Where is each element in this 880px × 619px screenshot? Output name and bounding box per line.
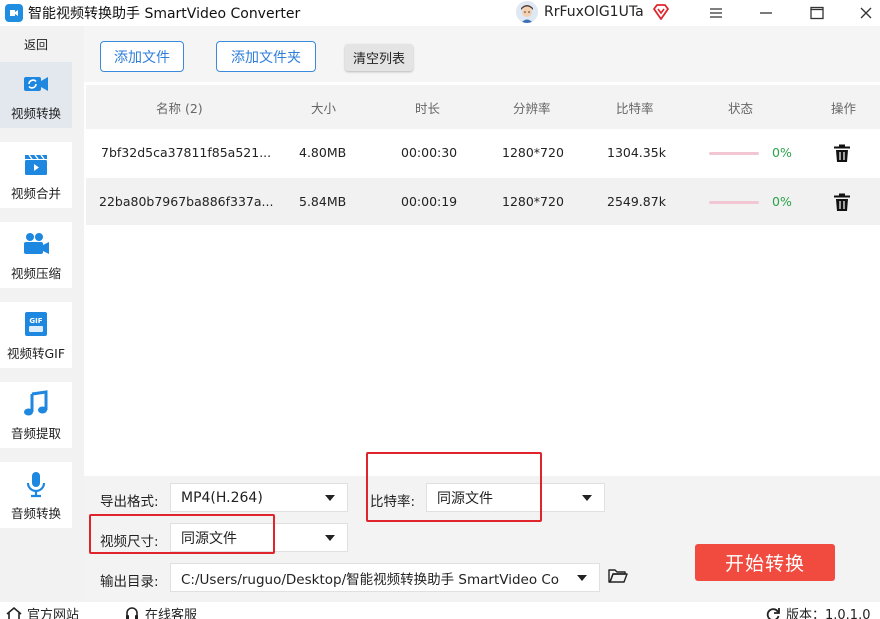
chevron-down-icon — [582, 495, 592, 501]
online-support-label: 在线客服 — [145, 608, 198, 619]
chevron-down-icon — [325, 535, 335, 541]
file-bitrate: 2549.87k — [607, 194, 666, 209]
table-row[interactable]: 22ba80b7967ba886f337a... 5.84MB 00:00:19… — [86, 178, 880, 225]
file-size: 5.84MB — [299, 194, 347, 209]
microphone-icon — [21, 469, 51, 499]
sidebar-item-label: 视频转GIF — [6, 345, 66, 361]
file-size: 4.80MB — [299, 145, 347, 160]
bitrate-label: 比特率: — [370, 494, 416, 510]
file-resolution: 1280*720 — [502, 145, 564, 160]
back-button[interactable]: 返回 — [0, 36, 72, 53]
version-label: 版本：1.0.1.0 — [786, 608, 871, 619]
close-icon[interactable] — [846, 0, 880, 26]
app-title: 智能视频转换助手 SmartVideo Converter — [28, 6, 301, 22]
username: RrFuxOlG1UTa — [544, 4, 644, 20]
sidebar-item-label: 视频转换 — [10, 105, 61, 121]
maximize-icon[interactable] — [797, 0, 837, 26]
home-icon — [6, 606, 22, 619]
version-info[interactable]: 版本：1.0.1.0 — [765, 604, 870, 619]
column-header-name[interactable]: 名称 (2) — [156, 98, 203, 117]
progress-bar — [709, 201, 759, 204]
settings-panel: 导出格式: MP4(H.264) 比特率: 同源文件 视频尺寸: 同源文件 输出… — [84, 476, 880, 602]
add-folder-button[interactable]: 添加文件夹 — [216, 41, 316, 72]
vip-diamond-icon[interactable] — [652, 3, 670, 21]
sidebar-item-label: 音频转换 — [10, 505, 61, 521]
sidebar-item-video-merge[interactable]: 视频合并 — [0, 142, 72, 208]
start-convert-button[interactable]: 开始转换 — [695, 544, 835, 581]
trash-icon[interactable] — [833, 192, 851, 212]
table-row[interactable]: 7bf32d5ca37811f85a521... 4.80MB 00:00:30… — [86, 129, 880, 176]
refresh-icon — [766, 607, 780, 619]
video-camera-icon — [21, 229, 51, 259]
online-support-link[interactable]: 在线客服 — [124, 604, 197, 619]
official-website-label: 官方网站 — [27, 608, 80, 619]
sidebar-item-audio-extract[interactable]: 音频提取 — [0, 382, 72, 448]
sidebar-item-label: 视频合并 — [10, 185, 61, 201]
sidebar-item-video-compress[interactable]: 视频压缩 — [0, 222, 72, 288]
output-dir-value: C:/Users/ruguo/Desktop/智能视频转换助手 SmartVid… — [181, 571, 559, 588]
size-label: 视频尺寸: — [100, 534, 159, 550]
clapperboard-icon — [21, 149, 51, 179]
progress-bar — [709, 152, 759, 155]
gif-icon: GIF — [21, 309, 51, 339]
size-value: 同源文件 — [181, 530, 237, 547]
column-header-action: 操作 — [831, 101, 857, 116]
file-bitrate: 1304.35k — [607, 145, 666, 160]
sidebar-item-label: 音频提取 — [10, 425, 61, 441]
title-bar: 智能视频转换助手 SmartVideo Converter RrFuxOlG1U… — [0, 0, 880, 26]
sidebar-item-video-convert[interactable]: 视频转换 — [0, 62, 72, 128]
trash-icon[interactable] — [833, 143, 851, 163]
column-header-duration[interactable]: 时长 — [415, 98, 440, 117]
avatar[interactable] — [516, 1, 538, 23]
size-select[interactable]: 同源文件 — [170, 523, 348, 552]
file-duration: 00:00:19 — [401, 194, 458, 209]
footer: 官方网站 在线客服 版本：1.0.1.0 — [0, 602, 880, 619]
column-header-bitrate[interactable]: 比特率 — [616, 98, 654, 117]
user-area[interactable]: RrFuxOlG1UTa — [516, 1, 670, 23]
format-select[interactable]: MP4(H.264) — [170, 483, 348, 512]
music-note-icon — [21, 389, 51, 419]
chevron-down-icon — [577, 575, 587, 581]
progress-percent: 0% — [772, 145, 792, 160]
format-label: 导出格式: — [100, 494, 159, 510]
sidebar: 返回 视频转换 视频合并 视频压缩 GIF 视频转GIF 音频提取 音频转换 — [0, 26, 84, 602]
app-logo-icon — [5, 4, 23, 22]
sidebar-item-video-to-gif[interactable]: GIF 视频转GIF — [0, 302, 72, 368]
file-resolution: 1280*720 — [502, 194, 564, 209]
column-header-size[interactable]: 大小 — [311, 98, 336, 117]
headset-icon — [126, 606, 138, 619]
sidebar-item-label: 视频压缩 — [10, 265, 61, 281]
svg-text:GIF: GIF — [29, 317, 42, 325]
progress-percent: 0% — [772, 194, 792, 209]
output-dir-select[interactable]: C:/Users/ruguo/Desktop/智能视频转换助手 SmartVid… — [170, 563, 600, 592]
menu-icon[interactable] — [696, 0, 736, 26]
video-convert-icon — [21, 69, 51, 99]
bitrate-value: 同源文件 — [437, 490, 493, 507]
column-header-status: 状态 — [728, 101, 754, 116]
toolbar: 添加文件 添加文件夹 清空列表 — [84, 26, 880, 82]
bitrate-select[interactable]: 同源文件 — [426, 483, 605, 512]
official-website-link[interactable]: 官方网站 — [6, 604, 79, 619]
format-value: MP4(H.264) — [181, 489, 263, 506]
file-name: 22ba80b7967ba886f337a... — [99, 194, 274, 209]
clear-list-button[interactable]: 清空列表 — [345, 44, 413, 71]
output-label: 输出目录: — [100, 574, 159, 590]
folder-icon[interactable] — [608, 568, 628, 584]
add-file-button[interactable]: 添加文件 — [100, 41, 184, 72]
table-header: 名称 (2) 大小 时长 分辨率 比特率 状态 操作 — [86, 85, 880, 129]
chevron-down-icon — [325, 495, 335, 501]
column-header-resolution[interactable]: 分辨率 — [513, 98, 551, 117]
sidebar-item-audio-convert[interactable]: 音频转换 — [0, 462, 72, 528]
minimize-icon[interactable] — [746, 0, 786, 26]
file-name: 7bf32d5ca37811f85a521... — [101, 145, 272, 160]
file-duration: 00:00:30 — [401, 145, 458, 160]
main-panel: 添加文件 添加文件夹 清空列表 名称 (2) 大小 时长 分辨率 比特率 状态 … — [84, 26, 880, 602]
